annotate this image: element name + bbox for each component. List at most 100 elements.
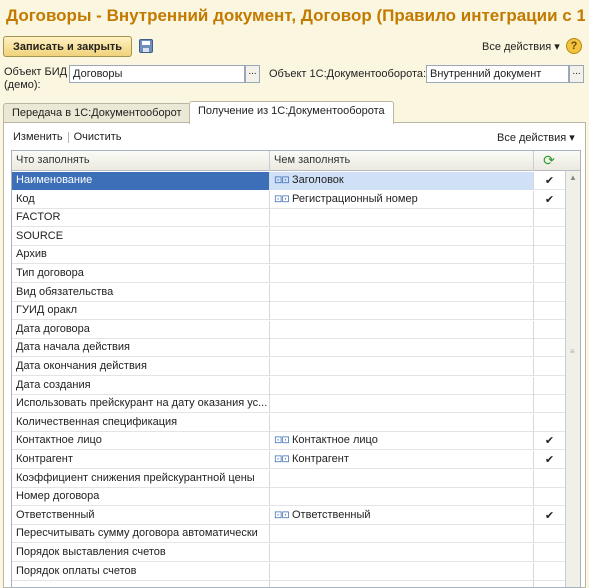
cell-update-flag[interactable] [534, 525, 565, 543]
cell-what[interactable]: Архив [12, 246, 270, 265]
table-row[interactable]: ГУИД оракл [12, 302, 565, 321]
cell-what[interactable]: Пересчитывать сумму договора автоматичес… [12, 525, 270, 544]
table-row[interactable]: Наименование ⊡⊡ Заголовок ✔ [12, 172, 565, 190]
table-row[interactable]: Порядок выставления счетов [12, 544, 565, 562]
cell-update-flag[interactable] [534, 246, 565, 264]
cell-what[interactable]: Дата начала действия [12, 339, 270, 358]
cell-with[interactable] [270, 283, 534, 302]
doc-object-select-button[interactable]: ... [569, 65, 584, 83]
tab-send-to-docflow[interactable]: Передача в 1С:Документооборот [3, 103, 191, 123]
cell-what[interactable]: Дата договора [12, 320, 270, 339]
table-row[interactable]: Ответственный ⊡⊡ Ответственный ✔ [12, 506, 565, 525]
cell-update-flag[interactable] [534, 284, 565, 302]
doc-object-field[interactable]: Внутренний документ [426, 65, 569, 83]
cell-what[interactable]: Контактное лицо [12, 432, 270, 451]
bid-object-field[interactable]: Договоры [69, 65, 245, 83]
cell-what[interactable]: Порядок оплаты счетов [12, 562, 270, 581]
cell-with[interactable] [270, 581, 534, 587]
cell-with[interactable] [270, 525, 534, 544]
table-row[interactable]: Использовать прейскурант на дату оказани… [12, 395, 565, 414]
cell-with[interactable]: ⊡⊡ Контрагент [270, 451, 534, 469]
cell-update-flag[interactable] [534, 377, 565, 395]
cell-update-flag[interactable] [534, 302, 565, 320]
all-actions-menu[interactable]: Все действия ▾ [482, 40, 560, 53]
table-row[interactable]: Контактное лицо ⊡⊡ Контактное лицо ✔ [12, 432, 565, 451]
table-row[interactable]: Архив [12, 246, 565, 265]
cell-what[interactable]: Количественная спецификация [12, 413, 270, 432]
cell-update-flag[interactable] [534, 544, 565, 562]
cell-with[interactable]: ⊡⊡ Контактное лицо [270, 432, 534, 451]
cell-what[interactable]: Коэффициент снижения прейскурантной цены [12, 469, 270, 488]
cell-update-flag[interactable] [534, 321, 565, 339]
cell-update-flag[interactable] [534, 358, 565, 376]
panel-all-actions-menu[interactable]: Все действия ▾ [497, 131, 575, 144]
cell-with[interactable] [270, 395, 534, 414]
cell-with[interactable] [270, 562, 534, 581]
cell-update-flag[interactable] [534, 563, 565, 581]
table-row[interactable]: Коэффициент снижения прейскурантной цены [12, 469, 565, 488]
cell-with[interactable] [270, 544, 534, 562]
scroll-up-arrow-icon[interactable]: ▲ [566, 171, 580, 185]
cell-update-flag[interactable] [534, 414, 565, 432]
cell-update-flag[interactable] [534, 488, 565, 506]
cell-update-flag[interactable] [534, 209, 565, 227]
table-row[interactable] [12, 581, 565, 587]
cell-with[interactable] [270, 209, 534, 228]
table-row[interactable]: Пересчитывать сумму договора автоматичес… [12, 525, 565, 544]
cell-with[interactable] [270, 339, 534, 358]
table-row[interactable]: Номер договора [12, 488, 565, 507]
cell-update-flag[interactable] [534, 581, 565, 587]
table-row[interactable]: Количественная спецификация [12, 413, 565, 432]
cell-update-flag[interactable] [534, 339, 565, 357]
cell-what[interactable]: Порядок выставления счетов [12, 544, 270, 562]
cell-what[interactable]: SOURCE [12, 227, 270, 246]
cell-update-flag[interactable]: ✔ [534, 507, 565, 525]
save-icon[interactable] [139, 39, 153, 53]
bid-object-select-button[interactable]: ... [245, 65, 260, 83]
table-row[interactable]: Контрагент ⊡⊡ Контрагент ✔ [12, 451, 565, 469]
cell-what[interactable]: Тип договора [12, 265, 270, 283]
cell-update-flag[interactable] [534, 395, 565, 413]
cell-what[interactable]: FACTOR [12, 209, 270, 228]
cell-what[interactable]: Номер договора [12, 488, 270, 507]
cell-what[interactable]: Дата создания [12, 376, 270, 395]
cell-what[interactable]: Использовать прейскурант на дату оказани… [12, 395, 270, 414]
cell-with[interactable] [270, 413, 534, 432]
cell-what[interactable]: Код [12, 190, 270, 209]
table-row[interactable]: Дата начала действия [12, 339, 565, 358]
table-row[interactable]: Вид обязательства [12, 283, 565, 302]
cell-what[interactable]: Ответственный [12, 506, 270, 525]
cell-update-flag[interactable]: ✔ [534, 451, 565, 469]
cell-with[interactable] [270, 469, 534, 488]
save-and-close-button[interactable]: Записать и закрыть [3, 36, 132, 57]
table-row[interactable]: SOURCE [12, 227, 565, 246]
cell-what[interactable]: Контрагент [12, 451, 270, 469]
table-row[interactable]: Дата создания [12, 376, 565, 395]
cell-what[interactable]: ГУИД оракл [12, 302, 270, 321]
cell-with[interactable] [270, 265, 534, 283]
cell-update-flag[interactable]: ✔ [534, 172, 565, 190]
cell-what[interactable]: Наименование [12, 172, 270, 190]
refresh-icon[interactable]: ⟳ [542, 153, 556, 167]
table-row[interactable]: Код ⊡⊡ Регистрационный номер ✔ [12, 190, 565, 209]
cell-update-flag[interactable] [534, 228, 565, 246]
cell-with[interactable] [270, 358, 534, 376]
cell-with[interactable] [270, 376, 534, 395]
column-header-what[interactable]: Что заполнять [12, 151, 270, 171]
cell-update-flag[interactable]: ✔ [534, 432, 565, 450]
cell-with[interactable] [270, 246, 534, 265]
table-row[interactable]: Дата окончания действия [12, 358, 565, 376]
table-row[interactable]: FACTOR [12, 209, 565, 228]
cell-what[interactable] [12, 581, 270, 587]
cell-update-flag[interactable]: ✔ [534, 191, 565, 209]
column-header-with[interactable]: Чем заполнять [270, 151, 534, 171]
clear-link[interactable]: Очистить [74, 131, 122, 143]
tab-receive-from-docflow[interactable]: Получение из 1С:Документооборота [189, 101, 394, 124]
cell-with[interactable]: ⊡⊡ Ответственный [270, 506, 534, 525]
table-row[interactable]: Дата договора [12, 320, 565, 339]
scroll-grip-icon[interactable]: ≡ [570, 347, 576, 356]
cell-with[interactable] [270, 227, 534, 246]
cell-with[interactable] [270, 302, 534, 321]
cell-what[interactable]: Дата окончания действия [12, 358, 270, 376]
cell-update-flag[interactable] [534, 470, 565, 488]
